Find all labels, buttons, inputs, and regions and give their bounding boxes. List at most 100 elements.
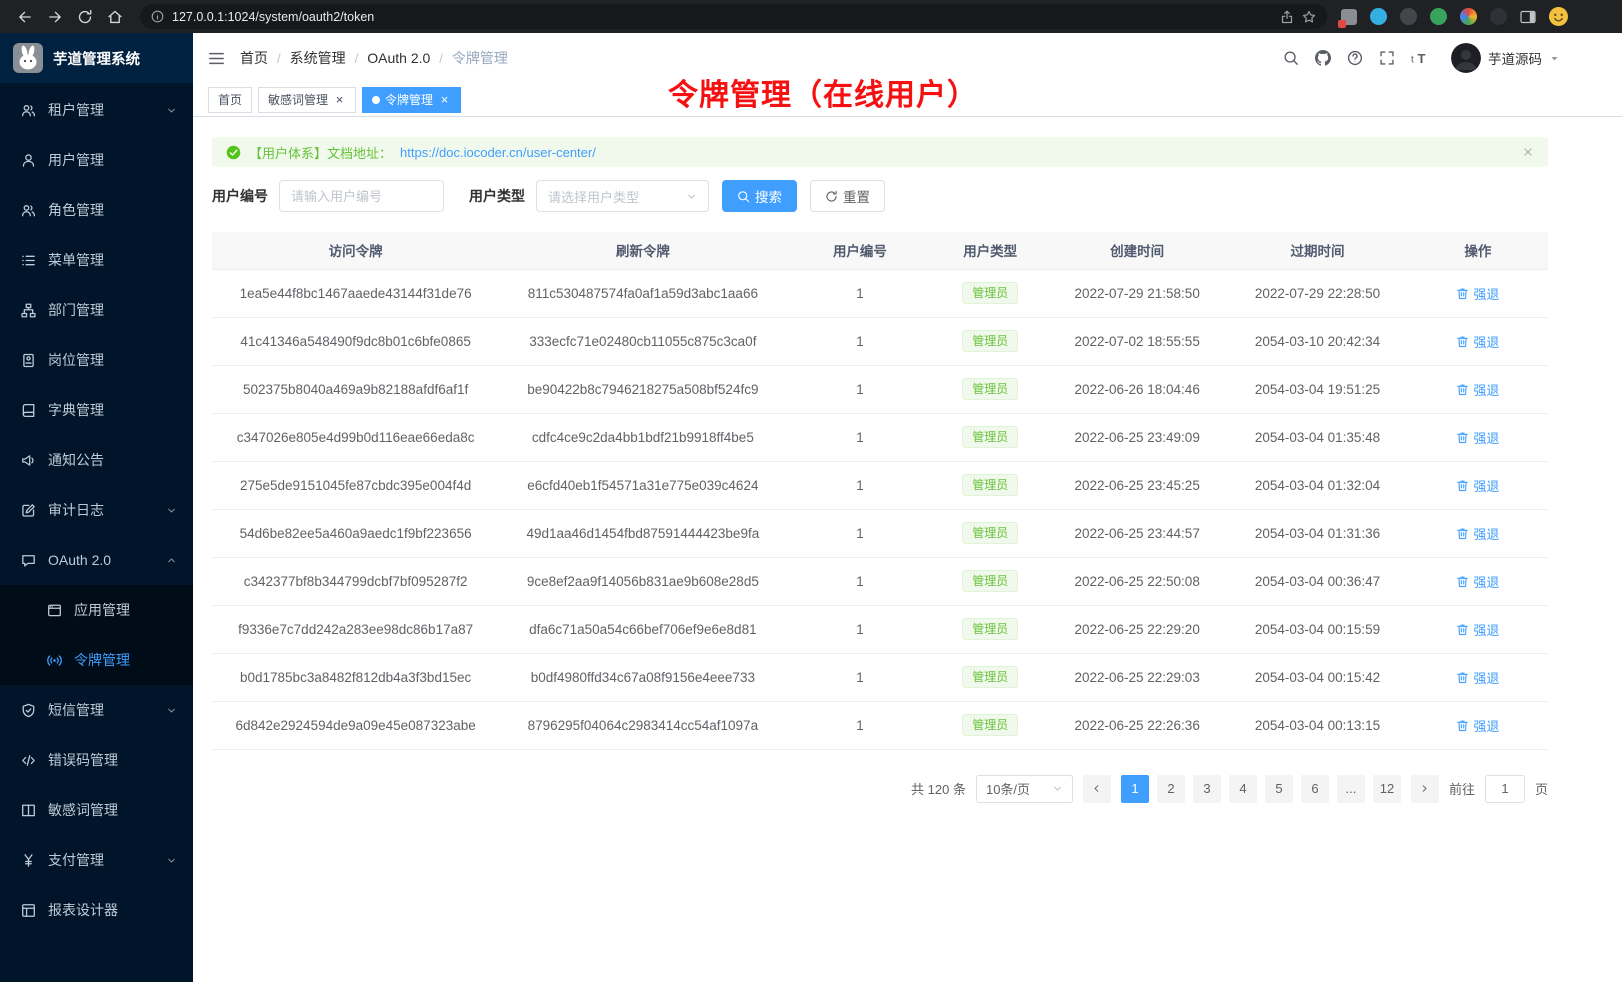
alert-close-icon[interactable] xyxy=(1522,146,1534,158)
sidebar-item-0[interactable]: 租户管理 xyxy=(0,85,193,135)
action-cell: 强退 xyxy=(1408,557,1548,605)
refresh-token-cell: b0df4980ffd34c67a08f9156e4eee733 xyxy=(499,653,786,701)
sidebar-toggle-icon[interactable] xyxy=(208,50,225,67)
bookmark-star-icon[interactable] xyxy=(1302,10,1316,24)
tab-close-icon[interactable]: × xyxy=(438,93,451,106)
token-icon xyxy=(47,653,62,668)
page-button-12[interactable]: 12 xyxy=(1373,775,1401,803)
sidebar-item-12[interactable]: 敏感词管理 xyxy=(0,785,193,835)
side-panel-icon[interactable] xyxy=(1520,9,1536,25)
help-icon[interactable] xyxy=(1347,50,1363,66)
user-type-badge: 管理员 xyxy=(962,618,1018,641)
tab-0[interactable]: 首页 xyxy=(208,87,252,113)
force-logout-button[interactable]: 强退 xyxy=(1456,572,1499,591)
sidebar-item-9[interactable]: OAuth 2.0 xyxy=(0,535,193,585)
sidebar-item-11[interactable]: 错误码管理 xyxy=(0,735,193,785)
force-logout-button[interactable]: 强退 xyxy=(1456,620,1499,639)
user-type-select[interactable]: 请选择用户类型 xyxy=(536,180,709,212)
force-logout-label: 强退 xyxy=(1473,572,1499,591)
browser-forward-button[interactable] xyxy=(47,9,63,25)
user-id-input[interactable] xyxy=(279,180,444,212)
force-logout-label: 强退 xyxy=(1473,380,1499,399)
sidebar-item-3[interactable]: 菜单管理 xyxy=(0,235,193,285)
browser-home-button[interactable] xyxy=(107,9,123,25)
page-ellipsis[interactable]: ... xyxy=(1337,775,1365,803)
extension-icon[interactable] xyxy=(1400,8,1417,25)
sidebar-item-5[interactable]: 岗位管理 xyxy=(0,335,193,385)
page-button-3[interactable]: 3 xyxy=(1193,775,1221,803)
force-logout-button[interactable]: 强退 xyxy=(1456,668,1499,687)
chevron-down-icon xyxy=(166,855,177,866)
github-icon[interactable] xyxy=(1315,50,1331,66)
table-row: c347026e805e4d99b0d116eae66eda8ccdfc4ce9… xyxy=(212,413,1548,461)
share-icon[interactable] xyxy=(1280,10,1294,24)
page-button-2[interactable]: 2 xyxy=(1157,775,1185,803)
main-area: 首页/系统管理/OAuth 2.0/令牌管理 tT 芋道源码 首页敏感词管理×令… xyxy=(193,33,1622,982)
search-button[interactable]: 搜索 xyxy=(722,180,797,212)
app-logo[interactable]: 芋道管理系统 xyxy=(0,33,193,83)
page-button-5[interactable]: 5 xyxy=(1265,775,1293,803)
sidebar-item-13[interactable]: 支付管理 xyxy=(0,835,193,885)
reset-button[interactable]: 重置 xyxy=(810,180,885,212)
access-token-cell: 1ea5e44f8bc1467aaede43144f31de76 xyxy=(212,269,499,317)
force-logout-button[interactable]: 强退 xyxy=(1456,524,1499,543)
breadcrumb-item-1[interactable]: 系统管理 xyxy=(290,48,346,68)
chevron-down-icon xyxy=(166,505,177,516)
breadcrumb-item-2[interactable]: OAuth 2.0 xyxy=(367,50,430,66)
sidebar-item-6[interactable]: 字典管理 xyxy=(0,385,193,435)
errcode-icon xyxy=(21,753,36,768)
sidebar-item-7[interactable]: 通知公告 xyxy=(0,435,193,485)
browser-back-button[interactable] xyxy=(17,9,33,25)
font-size-icon[interactable]: tT xyxy=(1411,50,1431,66)
prev-page-button[interactable] xyxy=(1083,775,1111,803)
refresh-token-cell: 811c530487574fa0af1a59d3abc1aa66 xyxy=(499,269,786,317)
page-size-select[interactable]: 10条/页 xyxy=(976,775,1073,803)
extension-icon[interactable] xyxy=(1370,8,1387,25)
expire-time-cell: 2054-03-04 01:35:48 xyxy=(1227,413,1407,461)
create-time-cell: 2022-06-25 22:29:20 xyxy=(1047,605,1227,653)
refresh-token-cell: 9ce8ef2aa9f14056b831ae9b608e28d5 xyxy=(499,557,786,605)
tab-2[interactable]: 令牌管理× xyxy=(362,87,461,113)
force-logout-button[interactable]: 强退 xyxy=(1456,716,1499,735)
chevron-up-icon xyxy=(166,555,177,566)
notice-icon xyxy=(21,453,36,468)
breadcrumb-item-0[interactable]: 首页 xyxy=(240,48,268,68)
browser-profile-avatar[interactable] xyxy=(1549,7,1568,26)
extension-icon[interactable] xyxy=(1430,8,1447,25)
page-buttons: 123456...12 xyxy=(1121,775,1401,803)
site-info-icon[interactable] xyxy=(151,10,164,23)
user-menu[interactable]: 芋道源码 xyxy=(1451,43,1560,73)
user-type-label: 用户类型 xyxy=(469,186,525,206)
page-button-4[interactable]: 4 xyxy=(1229,775,1257,803)
tab-close-icon[interactable]: × xyxy=(333,93,346,106)
table-row: 275e5de9151045fe87cbdc395e004f4de6cfd40e… xyxy=(212,461,1548,509)
fullscreen-icon[interactable] xyxy=(1379,50,1395,66)
sidebar-item-1[interactable]: 用户管理 xyxy=(0,135,193,185)
force-logout-button[interactable]: 强退 xyxy=(1456,284,1499,303)
browser-reload-button[interactable] xyxy=(77,9,93,25)
force-logout-button[interactable]: 强退 xyxy=(1456,380,1499,399)
force-logout-button[interactable]: 强退 xyxy=(1456,476,1499,495)
doc-link[interactable]: https://doc.iocoder.cn/user-center/ xyxy=(400,145,596,160)
sidebar-item-14[interactable]: 报表设计器 xyxy=(0,885,193,935)
goto-page-input[interactable] xyxy=(1485,775,1525,803)
page-button-6[interactable]: 6 xyxy=(1301,775,1329,803)
sidebar-subitem-9-1[interactable]: 令牌管理 xyxy=(0,635,193,685)
sidebar-item-8[interactable]: 审计日志 xyxy=(0,485,193,535)
search-icon[interactable] xyxy=(1283,50,1299,66)
extension-icon[interactable] xyxy=(1460,8,1477,25)
active-tab-dot xyxy=(372,96,380,104)
sidebar-item-4[interactable]: 部门管理 xyxy=(0,285,193,335)
sidebar-item-10[interactable]: 短信管理 xyxy=(0,685,193,735)
page-button-1[interactable]: 1 xyxy=(1121,775,1149,803)
action-cell: 强退 xyxy=(1408,509,1548,557)
address-bar[interactable]: 127.0.0.1:1024/system/oauth2/token xyxy=(140,4,1327,29)
tab-1[interactable]: 敏感词管理× xyxy=(258,87,356,113)
next-page-button[interactable] xyxy=(1411,775,1439,803)
extension-icon[interactable] xyxy=(1341,9,1357,25)
sidebar-item-2[interactable]: 角色管理 xyxy=(0,185,193,235)
force-logout-button[interactable]: 强退 xyxy=(1456,428,1499,447)
force-logout-button[interactable]: 强退 xyxy=(1456,332,1499,351)
extension-icon[interactable] xyxy=(1490,8,1507,25)
sidebar-subitem-9-0[interactable]: 应用管理 xyxy=(0,585,193,635)
